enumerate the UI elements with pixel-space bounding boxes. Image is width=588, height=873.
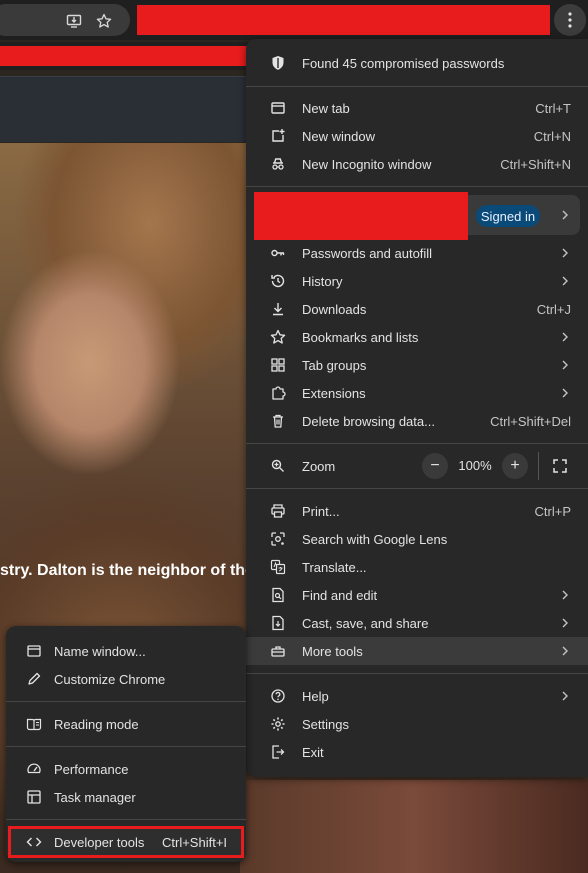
star-icon — [270, 329, 286, 345]
task-manager-item[interactable]: Task manager — [6, 783, 246, 811]
cast-save-share-item[interactable]: Cast, save, and share — [246, 609, 588, 637]
compromised-passwords-item[interactable]: Found 45 compromised passwords — [246, 49, 588, 77]
new-window-icon — [270, 128, 286, 144]
browser-toolbar — [0, 0, 588, 40]
divider — [246, 443, 588, 444]
chevron-right-icon — [562, 691, 568, 701]
site-header — [0, 76, 250, 142]
chevron-right-icon — [562, 248, 568, 258]
passwords-autofill-item[interactable]: Passwords and autofill — [246, 239, 588, 267]
help-item[interactable]: Help — [246, 682, 588, 710]
divider — [246, 673, 588, 674]
google-lens-item[interactable]: Search with Google Lens — [246, 525, 588, 553]
performance-item[interactable]: Performance — [6, 755, 246, 783]
chevron-right-icon — [562, 332, 568, 342]
article-caption: stry. Dalton is the neighbor of the y — [0, 562, 260, 579]
zoom-out-button[interactable]: − — [422, 453, 448, 479]
speedometer-icon — [26, 761, 42, 777]
printer-icon — [270, 503, 286, 519]
chevron-right-icon — [562, 360, 568, 370]
find-icon — [270, 587, 286, 603]
download-icon — [270, 301, 286, 317]
task-manager-icon — [26, 789, 42, 805]
customize-chrome-item[interactable]: Customize Chrome — [6, 665, 246, 693]
save-page-icon — [270, 615, 286, 631]
divider — [6, 746, 246, 747]
page-image-strip — [240, 780, 588, 873]
chevron-right-icon — [562, 276, 568, 286]
new-incognito-item[interactable]: New Incognito window Ctrl+Shift+N — [246, 150, 588, 178]
developer-tools-item[interactable]: Developer tools Ctrl+Shift+I — [6, 828, 246, 856]
more-tools-submenu: Name window... Customize Chrome Reading … — [6, 626, 246, 862]
divider — [246, 86, 588, 87]
translate-icon — [270, 559, 286, 575]
bookmark-star-icon[interactable] — [96, 13, 112, 29]
address-bar[interactable] — [0, 4, 130, 36]
reading-mode-item[interactable]: Reading mode — [6, 710, 246, 738]
help-icon — [270, 688, 286, 704]
zoom-icon — [270, 458, 286, 474]
bookmarks-lists-item[interactable]: Bookmarks and lists — [246, 323, 588, 351]
divider — [246, 186, 588, 187]
downloads-item[interactable]: Downloads Ctrl+J — [246, 295, 588, 323]
install-app-icon[interactable] — [66, 13, 82, 29]
zoom-level: 100% — [458, 458, 492, 473]
kebab-menu-icon — [568, 12, 572, 28]
chevron-right-icon — [562, 618, 568, 628]
shield-icon — [270, 55, 286, 71]
redacted-block — [137, 5, 550, 35]
divider — [6, 701, 246, 702]
window-icon — [26, 643, 42, 659]
toolbox-icon — [270, 643, 286, 659]
print-item[interactable]: Print... Ctrl+P — [246, 497, 588, 525]
tab-groups-item[interactable]: Tab groups — [246, 351, 588, 379]
puzzle-icon — [270, 385, 286, 401]
divider — [6, 819, 246, 820]
new-tab-item[interactable]: New tab Ctrl+T — [246, 94, 588, 122]
tab-groups-icon — [270, 357, 286, 373]
find-edit-item[interactable]: Find and edit — [246, 581, 588, 609]
chevron-right-icon — [562, 646, 568, 656]
pencil-icon — [26, 671, 42, 687]
code-icon — [26, 834, 42, 850]
delete-browsing-data-item[interactable]: Delete browsing data... Ctrl+Shift+Del — [246, 407, 588, 435]
lens-icon — [270, 531, 286, 547]
zoom-controls: − 100% + — [420, 452, 580, 480]
new-tab-icon — [270, 100, 286, 116]
key-icon — [270, 245, 286, 261]
redacted-block — [0, 46, 250, 66]
exit-icon — [270, 744, 286, 760]
chrome-main-menu: Found 45 compromised passwords New tab C… — [246, 39, 588, 777]
divider — [538, 452, 539, 480]
gear-icon — [270, 716, 286, 732]
chevron-right-icon — [562, 388, 568, 398]
chevron-right-icon — [562, 210, 568, 220]
name-window-item[interactable]: Name window... — [6, 637, 246, 665]
history-item[interactable]: History — [246, 267, 588, 295]
divider — [246, 488, 588, 489]
incognito-icon — [270, 156, 286, 172]
fullscreen-icon[interactable] — [552, 458, 568, 474]
more-tools-item[interactable]: More tools — [246, 637, 588, 665]
exit-item[interactable]: Exit — [246, 738, 588, 766]
redacted-block — [254, 192, 468, 240]
chevron-right-icon — [562, 590, 568, 600]
zoom-in-button[interactable]: + — [502, 453, 528, 479]
new-window-item[interactable]: New window Ctrl+N — [246, 122, 588, 150]
signed-in-badge: Signed in — [476, 205, 540, 227]
book-icon — [26, 716, 42, 732]
settings-item[interactable]: Settings — [246, 710, 588, 738]
translate-item[interactable]: Translate... — [246, 553, 588, 581]
chrome-menu-button[interactable] — [554, 4, 586, 36]
extensions-item[interactable]: Extensions — [246, 379, 588, 407]
trash-icon — [270, 413, 286, 429]
history-icon — [270, 273, 286, 289]
